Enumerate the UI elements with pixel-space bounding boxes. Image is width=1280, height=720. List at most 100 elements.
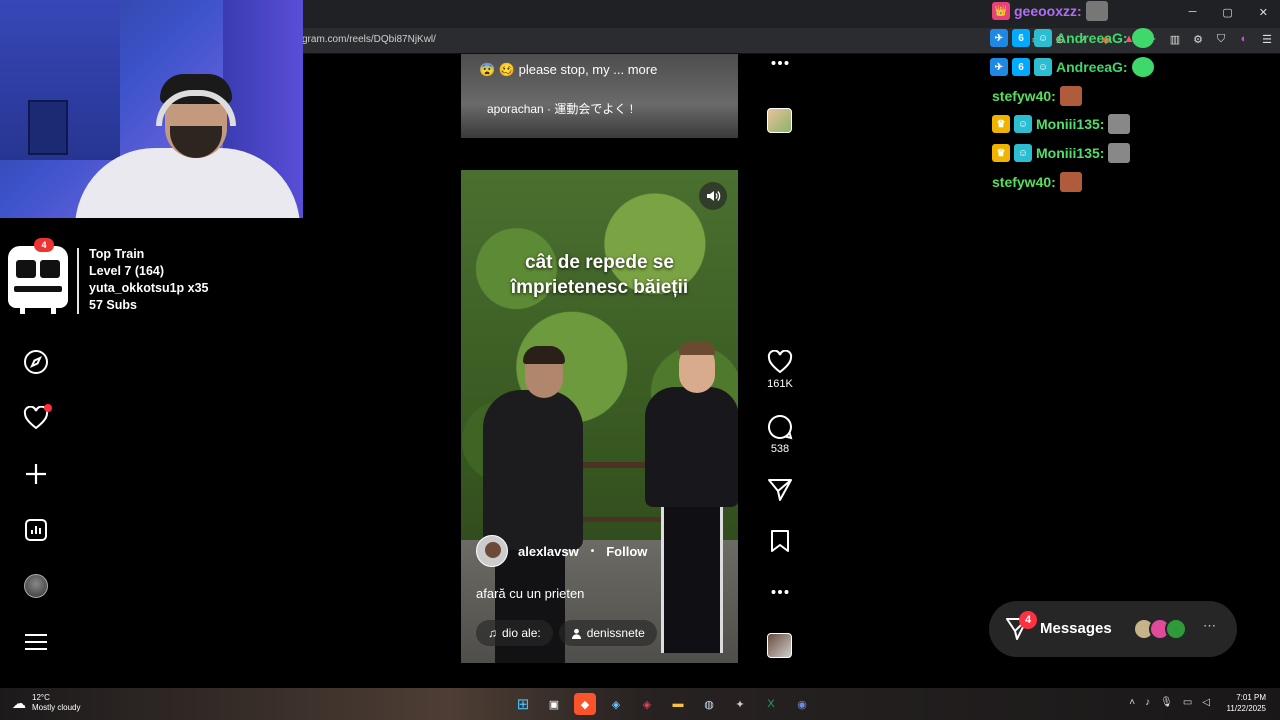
reel-caption[interactable]: afară cu un prieten [476,586,584,601]
chat-badge-icon: ☺ [1034,29,1052,47]
headline-line-2: împrietenesc băieții [510,277,689,298]
tagged-user-chip[interactable]: denissnete [558,620,657,646]
chat-line: stefyw40: [992,171,1082,193]
discord-icon[interactable]: ◉ [791,693,813,715]
music-label: dio ale: [502,626,541,640]
menu-icon[interactable]: ☰ [1260,32,1274,46]
author-username[interactable]: alexlavsw [518,544,579,559]
excel-icon[interactable]: X [760,693,782,715]
chevron-up-icon[interactable]: ˄ [1129,697,1135,708]
sound-toggle-button[interactable] [699,182,727,210]
profile-avatar[interactable] [22,572,50,600]
url-text[interactable]: gram.com/reels/DQbi87NjKwl/ [302,34,436,45]
chat-badge-icon: 👑 [992,2,1010,20]
tab-bar [300,0,1280,28]
display-icon[interactable]: ▭ [1183,697,1192,708]
video-person-right [641,341,738,663]
chat-username: stefyw40: [992,174,1056,190]
reel-chips: ♫ dio ale: denissnete [476,620,657,646]
video-headline: cât de repede se împrietenesc băieții [461,250,738,300]
chat-emote [1085,1,1108,21]
sidebar-toggle-icon[interactable]: ▥ [1168,32,1182,46]
person-icon [571,628,581,639]
chat-line: 👑 geeooxzz: [992,0,1108,22]
comment-count: 538 [770,443,790,455]
taskbar-apps: ⊞ ▣ ◆ ◈ ◈ ▬ ◍ ✦ X ◉ [512,693,813,715]
window-controls: ─ ▢ ✕ [1189,6,1268,19]
reel-author: alexlavsw • Follow [476,535,647,567]
brave-icon[interactable]: ◆ [574,693,596,715]
notification-dot [44,404,52,412]
system-tray: ˄ ♪ 🎙 ▭ ◁ [1129,697,1210,708]
maximize-icon[interactable]: ▢ [1222,6,1232,19]
chat-badge-icon: ☺ [1014,115,1032,133]
chat-username: AndreeaG: [1056,30,1128,46]
chat-username: Moniii135: [1036,116,1105,132]
previous-reel-caption[interactable]: 😨 🥴 please stop, my ... more [479,62,657,78]
avatar [1165,618,1187,640]
train-badge: 4 [34,238,54,252]
mic-icon[interactable]: 🎙 [1160,697,1173,708]
chat-emote [1059,172,1082,192]
messages-button[interactable]: 4 Messages ⋯ [989,601,1237,657]
chat-username: AndreeaG: [1056,59,1128,75]
minimize-icon[interactable]: ─ [1189,6,1197,19]
reel-video[interactable]: cât de repede se împrietenesc băieții al… [461,170,738,663]
wallet-icon[interactable]: ◐ [1237,32,1251,46]
audio-thumbnail[interactable] [767,633,792,658]
webcam-poster [28,100,68,155]
volume-icon[interactable]: ♪ [1145,697,1150,708]
chat-badge-icon: ☺ [1034,58,1052,76]
previous-audio-thumbnail[interactable] [767,108,792,133]
music-note-icon: ♫ [488,626,497,640]
notifications-icon[interactable] [22,404,52,432]
copilot-icon[interactable]: ◈ [605,693,627,715]
chat-badge-icon: ☺ [1014,144,1032,162]
messages-avatars [1133,618,1187,640]
share-button[interactable] [763,478,797,502]
taskbar: ☁ 12°C Mostly cloudy ⊞ ▣ ◆ ◈ ◈ ▬ ◍ ✦ X ◉… [0,688,1280,720]
shield-icon[interactable]: ⛉ [1214,32,1228,46]
messages-badge: 4 [1019,611,1037,629]
save-button[interactable] [763,529,797,553]
cloud-icon: ☁ [12,694,26,711]
previous-reel[interactable]: 😨 🥴 please stop, my ... more aporachan ·… [461,54,738,138]
more-options-icon[interactable] [763,589,797,595]
chat-emote [1131,57,1154,77]
prev-more-options-icon[interactable] [763,60,797,66]
clock[interactable]: 7:01 PM 11/22/2025 [1227,692,1266,714]
dashboard-icon[interactable] [22,516,50,544]
settings-icon[interactable]: ⚙ [1191,32,1205,46]
speaker-icon[interactable]: ◁ [1202,697,1210,708]
weather-temp: 12°C [32,693,50,702]
chat-emote [1059,86,1082,106]
file-explorer-icon[interactable]: ▬ [667,693,689,715]
app-icon[interactable]: ✦ [729,693,751,715]
explore-icon[interactable] [22,348,50,376]
chat-emote [1131,28,1154,48]
task-view-icon[interactable]: ▣ [543,693,565,715]
music-chip[interactable]: ♫ dio ale: [476,620,553,646]
windows-start-icon[interactable]: ⊞ [512,693,534,715]
chat-line: ✈ 6 ☺ AndreeaG: [990,56,1154,78]
chat-line: stefyw40: [992,85,1082,107]
like-button[interactable]: 161K [763,350,797,390]
like-count: 161K [767,378,793,390]
crown-icon: ♛ [992,144,1010,162]
weather-desc: Mostly cloudy [32,703,81,712]
weather-widget[interactable]: ☁ 12°C Mostly cloudy [12,693,80,713]
previous-reel-music[interactable]: aporachan · 運動会でよく ! [487,100,633,117]
create-icon[interactable] [22,460,50,488]
train-top-user: yuta_okkotsu1p x35 [89,281,209,295]
author-avatar[interactable] [476,535,508,567]
train-title: Top Train [89,247,145,261]
close-icon[interactable]: ✕ [1259,6,1268,19]
chat-badge-icon: 6 [1012,58,1030,76]
office-icon[interactable]: ◈ [636,693,658,715]
headline-line-1: cât de repede se [525,252,674,273]
steam-icon[interactable]: ◍ [698,693,720,715]
follow-button[interactable]: Follow [606,544,647,559]
comment-button[interactable]: 538 [763,414,797,455]
menu-icon[interactable] [22,628,50,656]
more-icon[interactable]: ⋯ [1203,618,1216,634]
